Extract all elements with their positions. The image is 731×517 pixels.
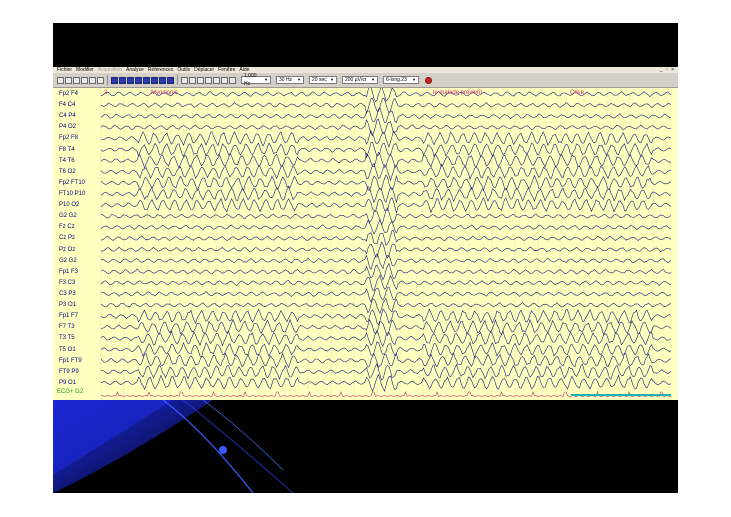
eeg-trace — [100, 286, 672, 303]
eeg-trace — [100, 373, 672, 392]
annotation-myoclonie: Myoclonie — [151, 90, 179, 96]
toolbar: 1,000 Hz ▼ 30 Hz ▼ 20 sec ▼ 200 µV/cr ▼ 6-lo… — [53, 73, 678, 88]
step-back-icon[interactable] — [135, 76, 142, 84]
channel-label: F4 C4 — [59, 102, 76, 109]
play-icon[interactable] — [143, 76, 150, 84]
eeg-traces — [100, 88, 672, 400]
channel-label: Fp2 F4 — [59, 91, 79, 97]
channel-label: T3 T5 — [59, 335, 75, 342]
save-icon[interactable] — [65, 76, 72, 84]
channel-label: G2 G2 — [59, 213, 77, 220]
print-icon[interactable] — [73, 76, 80, 84]
eeg-trace — [100, 297, 672, 314]
eeg-trace — [101, 207, 672, 226]
channel-label: C3 P3 — [59, 291, 76, 297]
fast-rewind-icon[interactable] — [119, 76, 126, 84]
channel-label: P10 O2 — [59, 202, 80, 209]
chevron-down-icon: ▼ — [264, 77, 268, 82]
channel-label: FT9 P9 — [59, 368, 79, 375]
eeg-trace — [100, 263, 672, 281]
timebase-select[interactable]: 20 sec ▼ — [309, 76, 337, 84]
channel-label: Fp1 FT9 — [59, 357, 82, 364]
last-page-icon[interactable] — [167, 76, 174, 84]
channel-label: T4 T6 — [59, 157, 75, 164]
spectrum-icon[interactable] — [221, 76, 228, 84]
pen-icon[interactable] — [205, 76, 212, 84]
paste-icon[interactable] — [97, 76, 104, 84]
channel-label: Fz Cz — [59, 224, 75, 231]
zoom-icon[interactable] — [181, 76, 188, 84]
montage-icon[interactable] — [197, 76, 204, 84]
channel-label: C4 P4 — [59, 113, 76, 120]
chevron-down-icon: ▼ — [412, 77, 416, 82]
fast-forward-icon[interactable] — [159, 76, 166, 84]
rewind-icon[interactable] — [127, 76, 134, 84]
cut-icon[interactable] — [81, 76, 88, 84]
toolbar-separator — [107, 75, 108, 85]
channel-label: P9 O1 — [59, 379, 77, 386]
ecg-channel-label: ECG+ G2 — [57, 389, 84, 395]
first-page-icon[interactable] — [111, 76, 118, 84]
eeg-trace — [100, 274, 672, 292]
chevron-down-icon: ▼ — [297, 77, 301, 82]
presentation-slide: Fichier Modifier Acquisition Analyse Réf… — [53, 23, 678, 493]
open-icon[interactable] — [57, 76, 64, 84]
channel-label: F7 T3 — [59, 324, 75, 331]
step-forward-icon[interactable] — [151, 76, 158, 84]
channel-label: Pz Oz — [59, 246, 76, 253]
channel-label: Cz Pz — [59, 235, 76, 242]
lowpass-select[interactable]: 30 Hz ▼ — [276, 76, 304, 84]
channel-label: P3 O1 — [59, 302, 77, 309]
stop-icon[interactable] — [425, 76, 432, 84]
video-icon[interactable] — [213, 76, 220, 84]
montage-select[interactable]: 6-long.23 ▼ — [383, 76, 419, 84]
eeg-trace — [100, 363, 672, 381]
channel-label: F8 T4 — [59, 146, 75, 153]
slide-decoration — [53, 400, 294, 493]
channel-label: Fp2 F8 — [59, 135, 79, 142]
marker-icon[interactable] — [189, 76, 196, 84]
channel-label: Fp1 F7 — [59, 313, 79, 320]
eeg-trace — [100, 318, 672, 337]
eeg-trace — [100, 352, 672, 369]
toolbar-separator — [177, 75, 178, 85]
channel-label: F3 C3 — [59, 279, 76, 286]
eeg-trace — [100, 88, 672, 103]
eeg-software-window: Fichier Modifier Acquisition Analyse Réf… — [53, 67, 678, 400]
event-marker-bar — [571, 394, 671, 396]
annotation-marker-2: 2 — [104, 90, 108, 96]
channel-label: G2 G2 — [59, 257, 77, 264]
channel-label: T5 O1 — [59, 346, 76, 353]
channel-label: Fp1 F3 — [59, 268, 79, 275]
gain-select[interactable]: 200 µV/cr ▼ — [342, 76, 378, 84]
eeg-trace — [100, 253, 672, 270]
chevron-down-icon: ▼ — [371, 77, 375, 82]
channel-label: T6 O2 — [59, 168, 76, 175]
copy-icon[interactable] — [89, 76, 96, 84]
eeg-trace — [100, 141, 672, 159]
chevron-down-icon: ▼ — [330, 77, 334, 82]
eeg-trace — [100, 107, 672, 124]
eeg-trace — [100, 129, 672, 148]
annotation-crise: Crise — [570, 90, 585, 96]
channel-label: FT10 P10 — [59, 191, 86, 197]
channel-label: Fp2 FT10 — [59, 179, 86, 186]
annotation-patient-warns: le malade prévient — [433, 90, 483, 96]
channel-label: P4 O2 — [59, 124, 77, 131]
eeg-trace — [100, 218, 672, 235]
eeg-trace-area[interactable]: Fp2 F4 F4 C4 C4 P4 P4 O2 Fp2 F8 F8 T4 T4 T6 T6 … — [53, 88, 678, 400]
sensitivity-select[interactable]: 1,000 Hz ▼ — [241, 73, 271, 87]
settings-icon[interactable] — [229, 76, 236, 84]
eeg-trace — [100, 151, 672, 169]
